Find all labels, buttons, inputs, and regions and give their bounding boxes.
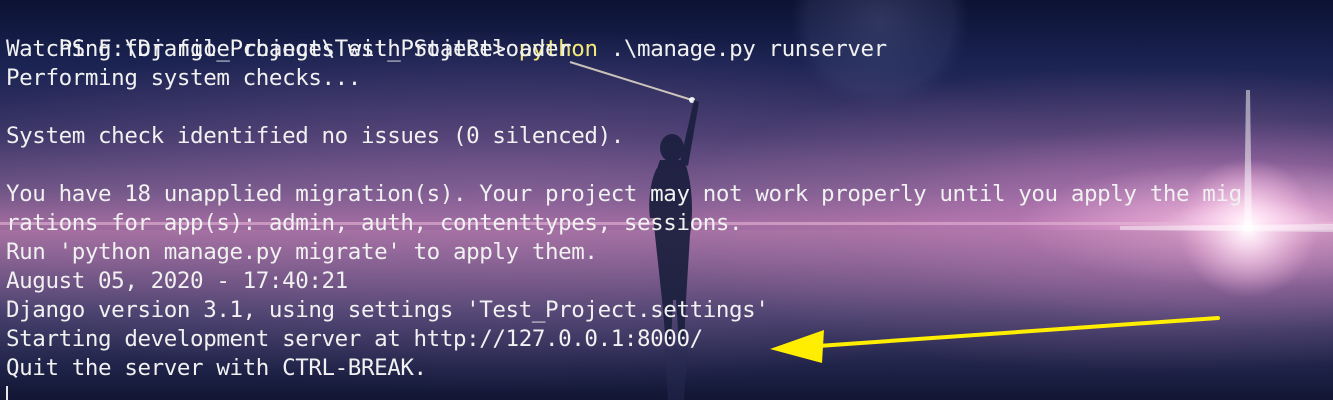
output-line: rations for app(s): admin, auth, content…: [6, 210, 743, 236]
output-line: Watching for file changes with StatReloa…: [6, 36, 572, 62]
text-cursor: [6, 386, 8, 400]
output-line: Run 'python manage.py migrate' to apply …: [6, 239, 598, 265]
output-line: You have 18 unapplied migration(s). Your…: [6, 181, 1242, 207]
output-line: System check identified no issues (0 sil…: [6, 123, 624, 149]
output-line: Quit the server with CTRL-BREAK.: [6, 355, 427, 381]
terminal-window[interactable]: PS F:\Django_Project\Test_Project> pytho…: [0, 0, 1333, 400]
sun-ray-vertical: [1244, 90, 1252, 228]
command-args: .\manage.py runserver: [597, 36, 887, 62]
output-line: Django version 3.1, using settings 'Test…: [6, 297, 769, 323]
output-line: August 05, 2020 - 17:40:21: [6, 268, 348, 294]
output-line: Performing system checks...: [6, 65, 361, 91]
server-url-line[interactable]: Starting development server at http://12…: [6, 325, 703, 354]
